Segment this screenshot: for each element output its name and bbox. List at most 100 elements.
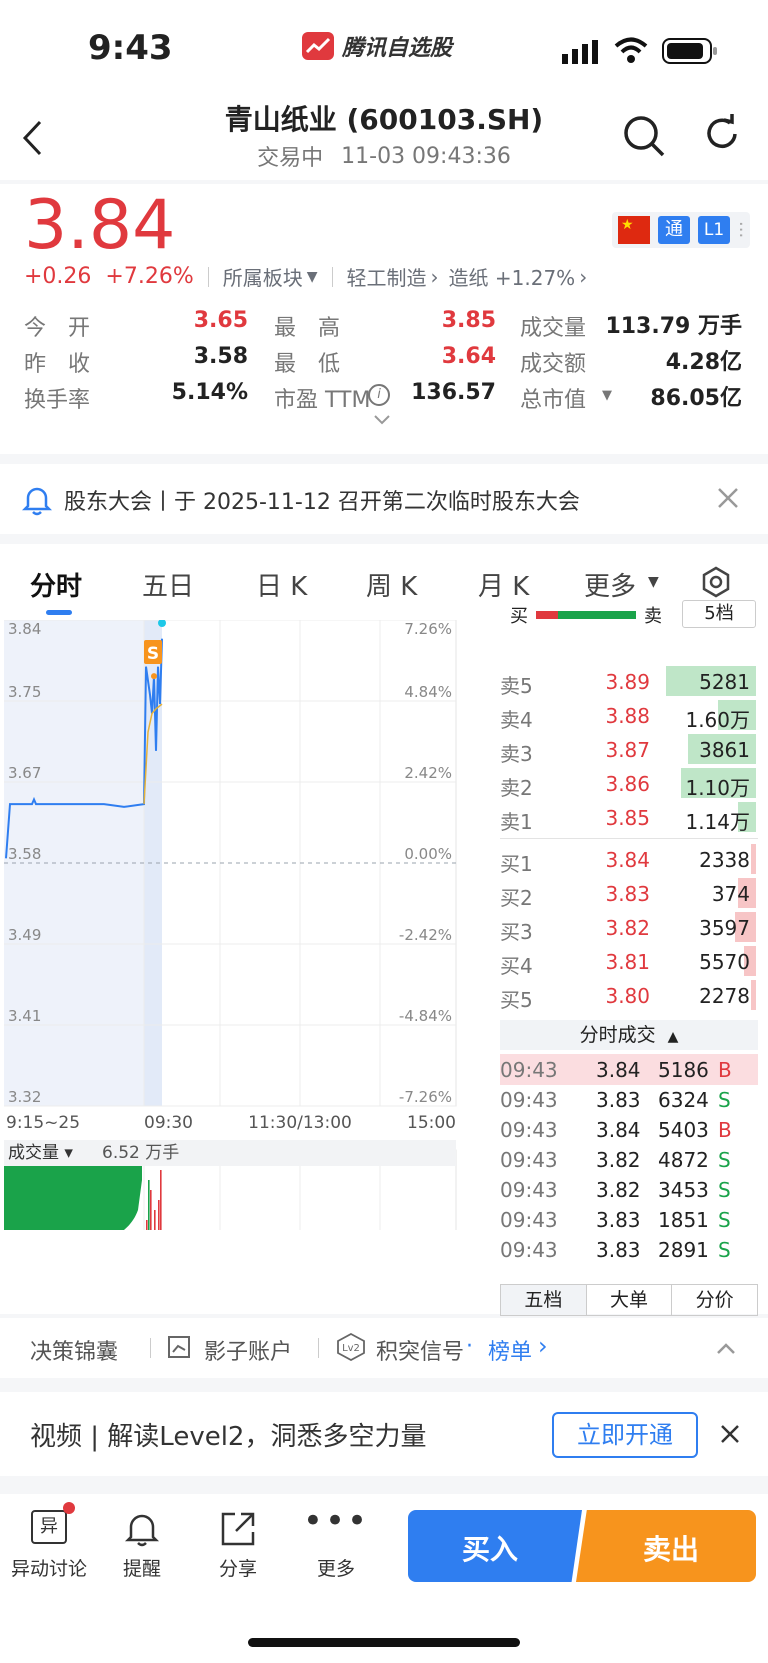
tick-price: 3.84 xyxy=(596,1058,641,1082)
expand-chevron-icon[interactable] xyxy=(374,410,390,429)
ask-row[interactable]: 卖2 3.86 1.10万 xyxy=(500,766,758,800)
buy-button[interactable]: 买入 xyxy=(408,1510,582,1582)
share-icon xyxy=(198,1510,278,1546)
bell-icon xyxy=(102,1510,182,1547)
shadow-account-link[interactable]: 影子账户 xyxy=(204,1334,292,1366)
tick-vol: 5186 xyxy=(658,1058,709,1082)
tab-more[interactable]: 更多 xyxy=(584,566,636,603)
status-bar: 9:43 腾讯自选股 xyxy=(0,0,768,90)
stat-label[interactable]: 市盈 TTM xyxy=(274,382,370,414)
tick-row: 09:43 3.83 1851 S xyxy=(500,1204,758,1235)
collapse-chevron-icon[interactable] xyxy=(716,1340,736,1359)
volume-bar xyxy=(751,844,756,874)
activate-button[interactable]: 立即开通 xyxy=(552,1412,698,1458)
nav-more[interactable]: ••• 更多 xyxy=(296,1504,376,1581)
orderbook-header: 买 卖 xyxy=(510,602,662,628)
tick-price: 3.83 xyxy=(596,1088,641,1112)
divider xyxy=(207,266,209,287)
search-icon[interactable] xyxy=(622,114,666,162)
tab-price-distribution[interactable]: 分价 xyxy=(671,1285,757,1315)
stat-value: 4.28亿 xyxy=(665,350,742,375)
bid-row[interactable]: 买4 3.81 5570 xyxy=(500,944,758,978)
orderbook-vol: 5281 xyxy=(699,670,750,694)
ranking-link[interactable]: 榜单 xyxy=(488,1334,532,1366)
sector-dropdown-icon[interactable]: ▼ xyxy=(307,269,318,285)
bid-row[interactable]: 买5 3.80 2278 xyxy=(500,978,758,1012)
intraday-chart[interactable]: 3.84 7.26% 3.75 4.84% 3.67 2.42% 3.58 0.00% 3.49… xyxy=(4,620,486,1230)
bottom-nav: 异 异动讨论 提醒 分享 ••• 更多 买入 卖出 xyxy=(0,1494,768,1663)
stat-label: 换手率 xyxy=(24,388,91,413)
tick-time: 09:43 xyxy=(500,1148,558,1172)
orderbook-vol: 1.60万 xyxy=(685,708,750,732)
stat-label: 昨 收 xyxy=(24,352,91,377)
tick-price: 3.83 xyxy=(596,1238,641,1262)
tick-side: S xyxy=(718,1148,731,1172)
dropdown-icon[interactable]: ▼ xyxy=(602,388,612,403)
tick-side: B xyxy=(718,1118,732,1142)
notice-bar[interactable]: 股东大会丨于 2025-11-12 召开第二次临时股东大会 xyxy=(0,464,768,534)
tick-time: 09:43 xyxy=(500,1238,558,1262)
close-icon[interactable] xyxy=(716,486,740,514)
close-icon[interactable] xyxy=(720,1424,740,1448)
ask-row[interactable]: 卖3 3.87 3861 xyxy=(500,732,758,766)
tong-badge[interactable]: 通 xyxy=(658,216,690,244)
tick-vol: 3453 xyxy=(658,1178,709,1202)
nav-discussion[interactable]: 异 异动讨论 xyxy=(4,1502,94,1581)
stat-label: 最 低 xyxy=(274,352,341,377)
nav-alert[interactable]: 提醒 xyxy=(102,1510,182,1581)
tick-vol: 4872 xyxy=(658,1148,709,1172)
refresh-icon[interactable] xyxy=(702,114,742,158)
level-badge[interactable]: L1 xyxy=(698,216,730,244)
orderbook-price: 3.83 xyxy=(605,882,650,906)
wifi-icon xyxy=(614,36,648,68)
bid-row[interactable]: 买1 3.84 2338 xyxy=(500,842,758,876)
stat-label[interactable]: 总市值 xyxy=(520,382,586,414)
orderbook-price: 3.87 xyxy=(605,738,650,762)
tick-time: 09:43 xyxy=(500,1058,558,1082)
tab-weekly-k[interactable]: 周 K xyxy=(366,566,417,603)
tab-five-levels[interactable]: 五档 xyxy=(501,1285,586,1315)
orderbook-label: 卖3 xyxy=(500,742,533,766)
stat-value: 86.05亿 xyxy=(650,386,742,411)
sector-label[interactable]: 所属板块 xyxy=(223,262,303,291)
levels-button[interactable]: 5档 xyxy=(682,600,756,628)
stat-value: 113.79 万手 xyxy=(605,314,742,339)
bid-row[interactable]: 买2 3.83 374 xyxy=(500,876,758,910)
buy-label: 买 xyxy=(510,606,528,627)
badge-more-icon[interactable]: ··· xyxy=(730,221,751,238)
ask-row[interactable]: 卖5 3.89 5281 xyxy=(500,664,758,698)
tab-monthly-k[interactable]: 月 K xyxy=(478,566,529,603)
sell-button[interactable]: 卖出 xyxy=(576,1510,756,1582)
signal-link[interactable]: 积突信号 xyxy=(376,1334,464,1366)
tick-price: 3.82 xyxy=(596,1148,641,1172)
orderbook-price: 3.85 xyxy=(605,806,650,830)
notice-text: 股东大会丨于 2025-11-12 召开第二次临时股东大会 xyxy=(64,490,580,515)
bid-row[interactable]: 买3 3.82 3597 xyxy=(500,910,758,944)
sector-sub-link[interactable]: 造纸 +1.27% xyxy=(449,262,576,291)
stat-value: 3.65 xyxy=(193,308,248,333)
nav-share[interactable]: 分享 xyxy=(198,1510,278,1581)
tick-vol: 6324 xyxy=(658,1088,709,1112)
tab-intraday[interactable]: 分时 xyxy=(30,566,82,603)
nav-label: 异动讨论 xyxy=(10,1558,87,1580)
ask-row[interactable]: 卖1 3.85 1.14万 xyxy=(500,800,758,834)
info-icon[interactable]: i xyxy=(368,384,390,406)
tab-big-orders[interactable]: 大单 xyxy=(585,1285,672,1315)
y-price-tick: 3.32 xyxy=(8,1088,41,1106)
dot-separator: · xyxy=(466,1334,473,1359)
x-tick: 15:00 xyxy=(407,1113,456,1133)
divider xyxy=(318,1338,319,1358)
ask-row[interactable]: 卖4 3.88 1.60万 xyxy=(500,698,758,732)
decision-kit-link[interactable]: 决策锦囊 xyxy=(30,1334,118,1366)
bell-icon xyxy=(21,484,53,520)
stat-label: 成交量 xyxy=(520,316,587,341)
y-pct-tick: 0.00% xyxy=(404,845,452,863)
signal-icon xyxy=(562,40,600,68)
orderbook-price: 3.80 xyxy=(605,984,650,1008)
sector-industry-link[interactable]: 轻工制造 xyxy=(347,262,427,291)
tab-five-day[interactable]: 五日 xyxy=(142,566,194,603)
stat-value: 136.57 xyxy=(411,380,496,405)
ticks-header[interactable]: 分时成交 ▲ xyxy=(500,1020,758,1050)
price-change-pct: +7.26% xyxy=(105,264,194,289)
tab-daily-k[interactable]: 日 K xyxy=(256,566,307,603)
